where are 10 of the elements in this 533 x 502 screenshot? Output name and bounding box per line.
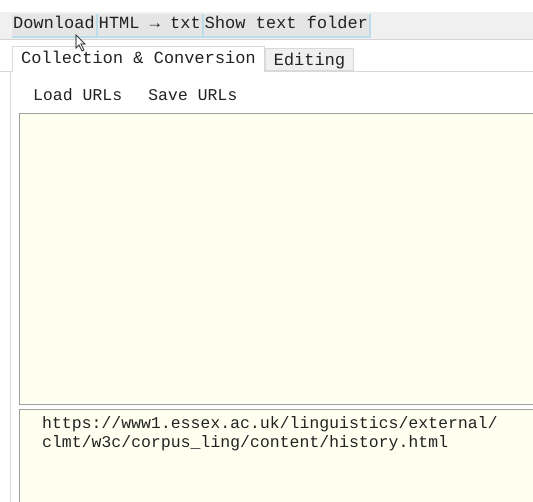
url-list-field[interactable]: https://www1.essex.ac.uk/linguistics/external/clmt/w3c/corpus_ling/content/history.html [19,409,533,502]
tab[interactable]: Collection & Conversion [12,46,265,72]
text-area[interactable] [19,113,533,405]
toolbar-button[interactable]: Download [12,14,98,38]
toolbar-button[interactable]: HTML → txt [98,14,204,38]
toolbar-button[interactable]: Show text folder [204,14,371,38]
action-button[interactable]: Save URLs [148,84,238,108]
action-button[interactable]: Load URLs [33,84,122,108]
cursor-icon [75,34,87,52]
tab[interactable]: Editing [264,48,354,71]
